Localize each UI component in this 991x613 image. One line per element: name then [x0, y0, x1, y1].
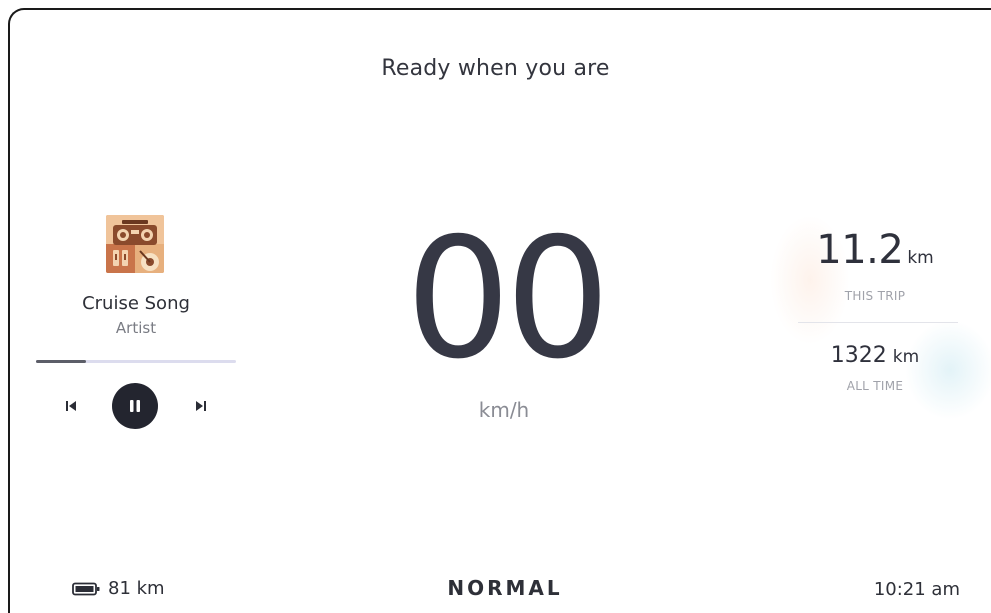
song-artist: Artist	[115, 319, 157, 337]
all-time-unit: km	[892, 347, 920, 367]
previous-track-button[interactable]	[58, 393, 84, 419]
this-trip-label: THIS TRIP	[844, 289, 906, 303]
song-title: Cruise Song	[82, 293, 190, 314]
play-pause-button[interactable]	[112, 383, 158, 429]
next-track-button[interactable]	[188, 393, 214, 419]
album-art[interactable]	[106, 215, 164, 273]
drive-mode[interactable]: NORMAL	[405, 576, 605, 600]
this-trip-readout: 11.2 km	[790, 227, 960, 273]
status-headline: Ready when you are	[381, 56, 610, 81]
skip-previous-icon	[66, 401, 76, 411]
all-time-readout: 1322 km	[790, 343, 960, 368]
speed-readout: 00	[405, 203, 610, 396]
playback-progress-fill	[36, 360, 86, 363]
speed-unit: km/h	[478, 398, 530, 422]
all-time-value: 1322	[830, 343, 887, 368]
battery-range: 81 km	[72, 578, 165, 599]
playback-progress-bar[interactable]	[36, 360, 236, 363]
this-trip-value: 11.2	[816, 227, 904, 273]
decorative-glow	[905, 320, 991, 420]
trip-divider	[798, 322, 958, 323]
pause-icon	[130, 400, 140, 412]
boombox-icon	[106, 215, 164, 273]
battery-icon	[72, 582, 100, 595]
this-trip-unit: km	[907, 248, 934, 268]
skip-next-icon	[196, 401, 206, 411]
clock: 10:21 am	[873, 579, 960, 600]
range-value: 81 km	[108, 578, 165, 599]
all-time-label: ALL TIME	[846, 379, 904, 393]
